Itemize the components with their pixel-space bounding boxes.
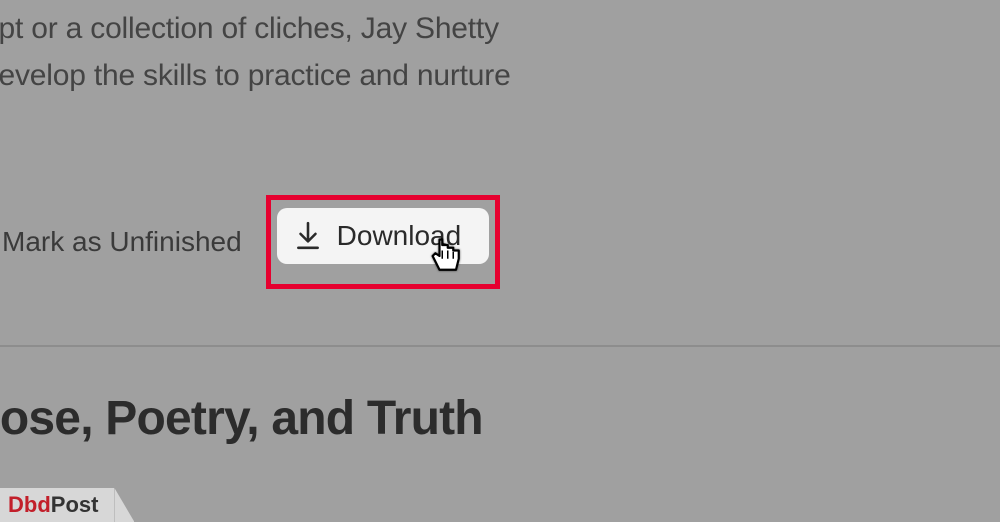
mark-unfinished-label: Mark as Unfinished (2, 226, 242, 258)
description-line-2: develop the skills to practice and nurtu… (0, 59, 511, 92)
book-description: ept or a collection of cliches, Jay Shet… (0, 6, 1000, 99)
section-divider (0, 345, 1000, 347)
actions-row: Mark as Unfinished Download (0, 195, 1000, 289)
cursor-hand-icon (423, 234, 467, 278)
download-icon (295, 221, 321, 251)
mark-unfinished-button[interactable]: Mark as Unfinished (0, 226, 242, 258)
download-highlight-box: Download (266, 195, 501, 289)
chapter-title: rose, Poetry, and Truth (0, 391, 1000, 446)
description-line-1: ept or a collection of cliches, Jay Shet… (0, 12, 499, 45)
watermark: DbdPost (0, 488, 114, 522)
download-button[interactable]: Download (277, 208, 490, 264)
watermark-part-2: Post (51, 492, 99, 517)
watermark-part-1: Dbd (8, 492, 51, 517)
